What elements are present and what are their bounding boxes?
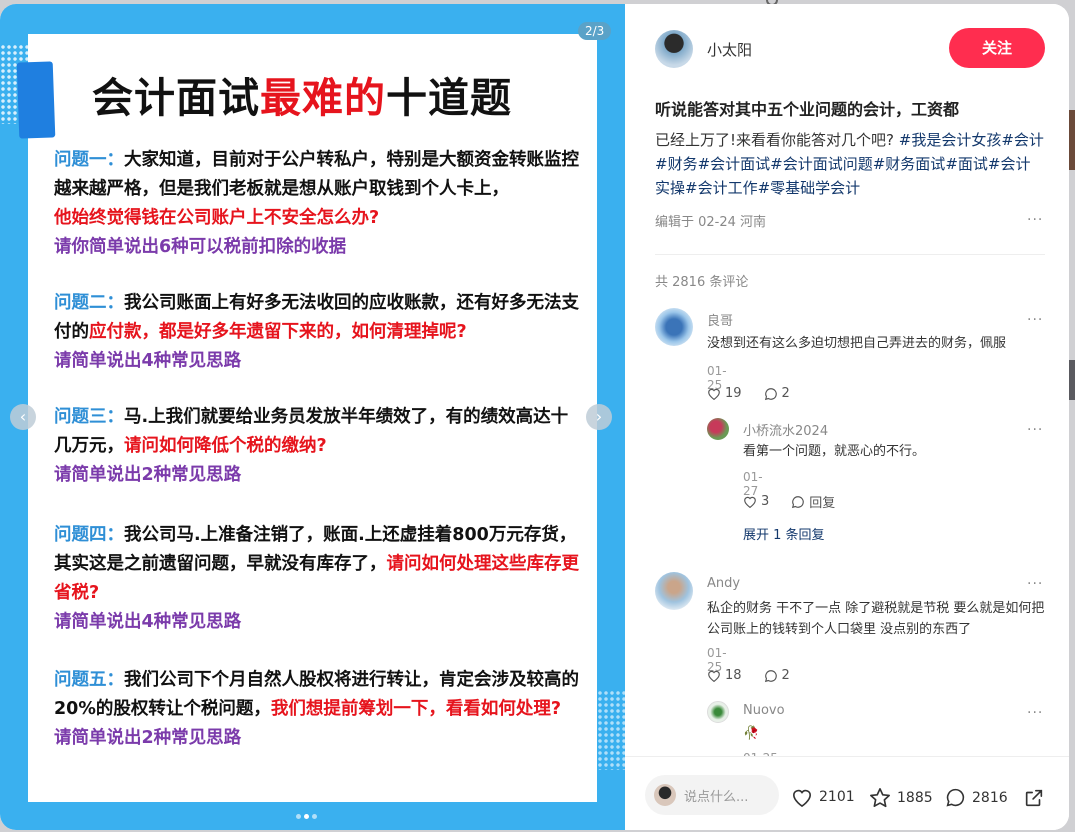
hashtag-link[interactable]: #会计面试问题 bbox=[770, 155, 873, 173]
image-title: 会计面试最难的十道题 bbox=[92, 74, 512, 122]
like-count: 18 bbox=[725, 668, 742, 683]
commenter-name[interactable]: Nuovo bbox=[743, 703, 785, 718]
reply-icon[interactable] bbox=[764, 387, 778, 401]
image-carousel[interactable]: 会计面试最难的十道题 问题一：大家知道，目前对于公户转私户，特别是大额资金转账监… bbox=[0, 4, 625, 830]
comment-total: 2816 bbox=[972, 789, 1008, 806]
collect-button[interactable]: 1885 bbox=[869, 787, 933, 808]
note-meta: 编辑于 02-24 河南 bbox=[655, 215, 767, 230]
comment-icon bbox=[946, 788, 965, 807]
heart-icon[interactable] bbox=[707, 387, 721, 400]
author-info[interactable]: 小太阳 bbox=[655, 30, 752, 68]
question-block: 问题三：马.上我们就要给业务员发放半年绩效了，有的绩效高达十几万元，请问如何降低… bbox=[54, 407, 569, 485]
hashtag-link[interactable]: #会计 bbox=[1001, 131, 1044, 149]
author-name[interactable]: 小太阳 bbox=[707, 39, 752, 60]
carousel-pager bbox=[296, 804, 320, 823]
share-icon bbox=[1025, 789, 1043, 807]
next-image-button[interactable]: › bbox=[586, 404, 612, 430]
like-button[interactable]: 2101 bbox=[791, 787, 855, 807]
commenter-name[interactable]: 良哥 bbox=[707, 310, 733, 329]
commenter-name[interactable]: 小桥流水2024 bbox=[743, 420, 828, 439]
chevron-left-icon: ‹ bbox=[19, 407, 27, 426]
like-total: 2101 bbox=[819, 789, 855, 805]
user-avatar bbox=[654, 784, 676, 806]
reply-count: 2 bbox=[781, 668, 790, 683]
hashtag-link[interactable]: #财务 bbox=[655, 155, 698, 173]
note-title: 听说能答对其中五个业问题的会计，工资都 bbox=[655, 100, 960, 119]
comment-text: 看第一个问题，就恶心的不行。 bbox=[743, 444, 926, 459]
star-icon bbox=[870, 788, 890, 808]
divider bbox=[655, 254, 1045, 255]
comment-actions: 3 回复 bbox=[743, 492, 835, 511]
note-panel: 小太阳 关注 听说能答对其中五个业问题的会计，工资都 已经上万了!来看看你能答对… bbox=[625, 4, 1069, 830]
heart-icon[interactable] bbox=[707, 669, 721, 682]
comment-text: 私企的财务 干不了一点 除了避税就是节税 要么就是如何把公司账上的钱转到个人口袋… bbox=[707, 601, 1045, 637]
collect-total: 1885 bbox=[897, 789, 933, 806]
comment-count: 共 2816 条评论 bbox=[655, 275, 749, 290]
question-block: 问题五：我们公司下个月自然人股权将进行转让，肯定会涉及较高的20%的股权转让个税… bbox=[54, 670, 579, 748]
reply-icon[interactable] bbox=[764, 669, 778, 683]
expand-replies-link[interactable]: 展开 1 条回复 bbox=[743, 524, 825, 543]
like-count: 19 bbox=[725, 386, 742, 401]
comment-text: 🥀 bbox=[743, 726, 760, 741]
reply-button-label[interactable]: 回复 bbox=[809, 492, 835, 511]
more-options-icon[interactable]: ··· bbox=[1027, 422, 1043, 438]
chevron-right-icon: › bbox=[595, 407, 603, 426]
hashtag-link[interactable]: #面试 bbox=[945, 155, 988, 173]
hashtag-link[interactable]: #我是会计女孩 bbox=[899, 131, 1002, 149]
pager-dot[interactable] bbox=[296, 814, 301, 819]
reply-count: 2 bbox=[781, 386, 790, 401]
more-options-icon[interactable]: ··· bbox=[1027, 212, 1043, 228]
reply-icon[interactable] bbox=[791, 495, 805, 509]
follow-button[interactable]: 关注 bbox=[949, 28, 1045, 68]
comment-input-placeholder: 说点什么... bbox=[684, 789, 749, 805]
question-block: 问题二：我公司账面上有好多无法收回的应收账款，还有好多无法支付的应付款，都是好多… bbox=[54, 293, 579, 371]
more-options-icon[interactable]: ··· bbox=[1027, 312, 1043, 328]
share-button[interactable] bbox=[1023, 787, 1045, 809]
heart-icon bbox=[792, 789, 812, 807]
reply-item: Nuovo 🥀 01-25 ··· bbox=[707, 701, 1047, 757]
comment-button[interactable]: 2816 bbox=[945, 787, 1008, 808]
note-description: 已经上万了!来看看你能答对几个吧? #我是会计女孩#会计#财务#会计面试#会计面… bbox=[655, 131, 1044, 197]
image-counter: 2/3 bbox=[578, 22, 612, 40]
author-avatar[interactable] bbox=[655, 30, 693, 68]
commenter-name[interactable]: Andy bbox=[707, 576, 740, 591]
hashtag-link[interactable]: #会计工作 bbox=[685, 179, 758, 197]
hashtag-link[interactable]: #财务面试 bbox=[873, 155, 946, 173]
pager-dot[interactable] bbox=[312, 814, 317, 819]
prev-image-button[interactable]: ‹ bbox=[10, 404, 36, 430]
note-detail-modal: 会计面试最难的十道题 问题一：大家知道，目前对于公户转私户，特别是大额资金转账监… bbox=[0, 4, 1069, 830]
commenter-avatar[interactable] bbox=[707, 701, 729, 723]
hashtag-link[interactable]: #零基础学会计 bbox=[758, 179, 861, 197]
heart-icon[interactable] bbox=[743, 495, 757, 508]
tape-decoration bbox=[16, 61, 56, 139]
image-card: 会计面试最难的十道题 问题一：大家知道，目前对于公户转私户，特别是大额资金转账监… bbox=[28, 34, 597, 802]
like-count: 3 bbox=[761, 494, 770, 509]
pager-dot-active[interactable] bbox=[304, 814, 309, 819]
comment-input[interactable]: 说点什么... bbox=[645, 775, 779, 815]
question-block: 问题四：我公司马.上准备注销了，账面.上还虚挂着800万元存货，其实这是之前遗留… bbox=[54, 525, 579, 632]
hashtag-link[interactable]: #会计面试 bbox=[698, 155, 771, 173]
commenter-avatar[interactable] bbox=[655, 308, 693, 346]
more-options-icon[interactable]: ··· bbox=[1027, 576, 1043, 592]
comment-actions: 19 2 bbox=[707, 386, 790, 401]
engagement-bar: 说点什么... 2101 1885 2816 bbox=[625, 756, 1069, 830]
commenter-avatar[interactable] bbox=[655, 572, 693, 610]
comment-text: 没想到还有这么多迫切想把自己弄进去的财务，佩服 bbox=[707, 336, 1007, 351]
more-options-icon[interactable]: ··· bbox=[1027, 705, 1043, 721]
comment-actions: 18 2 bbox=[707, 668, 790, 683]
commenter-avatar[interactable] bbox=[707, 418, 729, 440]
question-block: 问题一：大家知道，目前对于公户转私户，特别是大额资金转账监控越来越严格，但是我们… bbox=[54, 150, 579, 257]
